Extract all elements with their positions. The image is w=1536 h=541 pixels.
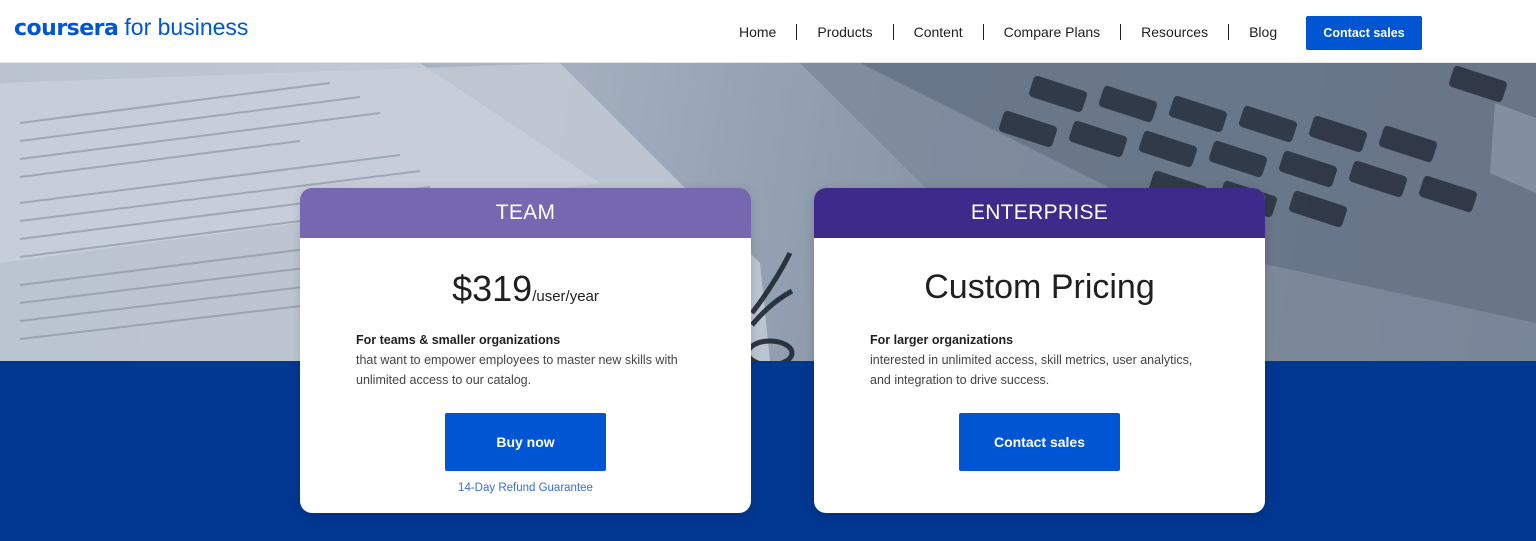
nav-content[interactable]: Content (914, 24, 963, 40)
nav-divider (796, 24, 798, 40)
logo-suffix: for business (124, 14, 249, 40)
refund-guarantee-link[interactable]: 14-Day Refund Guarantee (300, 482, 751, 494)
enterprise-description-body: interested in unlimited access, skill me… (870, 353, 1193, 387)
nav-divider (1228, 24, 1230, 40)
blue-band-background (0, 361, 1536, 541)
nav-compare-plans[interactable]: Compare Plans (1004, 24, 1101, 40)
team-price-unit: /user/year (532, 288, 599, 305)
enterprise-price: Custom Pricing (814, 268, 1265, 310)
team-description: For teams & smaller organizations that w… (356, 330, 695, 390)
nav-resources[interactable]: Resources (1141, 24, 1208, 40)
enterprise-price-text: Custom Pricing (924, 268, 1155, 306)
site-header: coursera for business Home Products Cont… (0, 0, 1536, 63)
team-plan-card: TEAM $319/user/year For teams & smaller … (300, 188, 751, 513)
hero-photo-illustration (0, 63, 1536, 361)
coursera-for-business-logo[interactable]: coursera for business (14, 14, 248, 48)
logo-brand: coursera (14, 16, 119, 41)
team-description-title: For teams & smaller organizations (356, 333, 561, 347)
team-price-amount: $319 (452, 268, 533, 309)
enterprise-plan-header: ENTERPRISE (814, 188, 1265, 238)
buy-now-button[interactable]: Buy now (445, 413, 606, 471)
enterprise-plan-card: ENTERPRISE Custom Pricing For larger org… (814, 188, 1265, 513)
team-price: $319/user/year (300, 268, 751, 310)
team-plan-header: TEAM (300, 188, 751, 238)
enterprise-description: For larger organizations interested in u… (870, 330, 1209, 390)
enterprise-description-title: For larger organizations (870, 333, 1014, 347)
enterprise-contact-sales-button[interactable]: Contact sales (959, 413, 1120, 471)
nav-divider (982, 24, 984, 40)
team-description-body: that want to empower employees to master… (356, 353, 678, 387)
nav-home[interactable]: Home (739, 24, 776, 40)
hero-background-image (0, 63, 1536, 361)
main-nav: Home Products Content Compare Plans Reso… (739, 22, 1277, 42)
nav-divider (892, 24, 894, 40)
nav-products[interactable]: Products (817, 24, 872, 40)
nav-blog[interactable]: Blog (1249, 24, 1277, 40)
nav-divider (1120, 24, 1122, 40)
header-contact-sales-button[interactable]: Contact sales (1306, 16, 1422, 50)
